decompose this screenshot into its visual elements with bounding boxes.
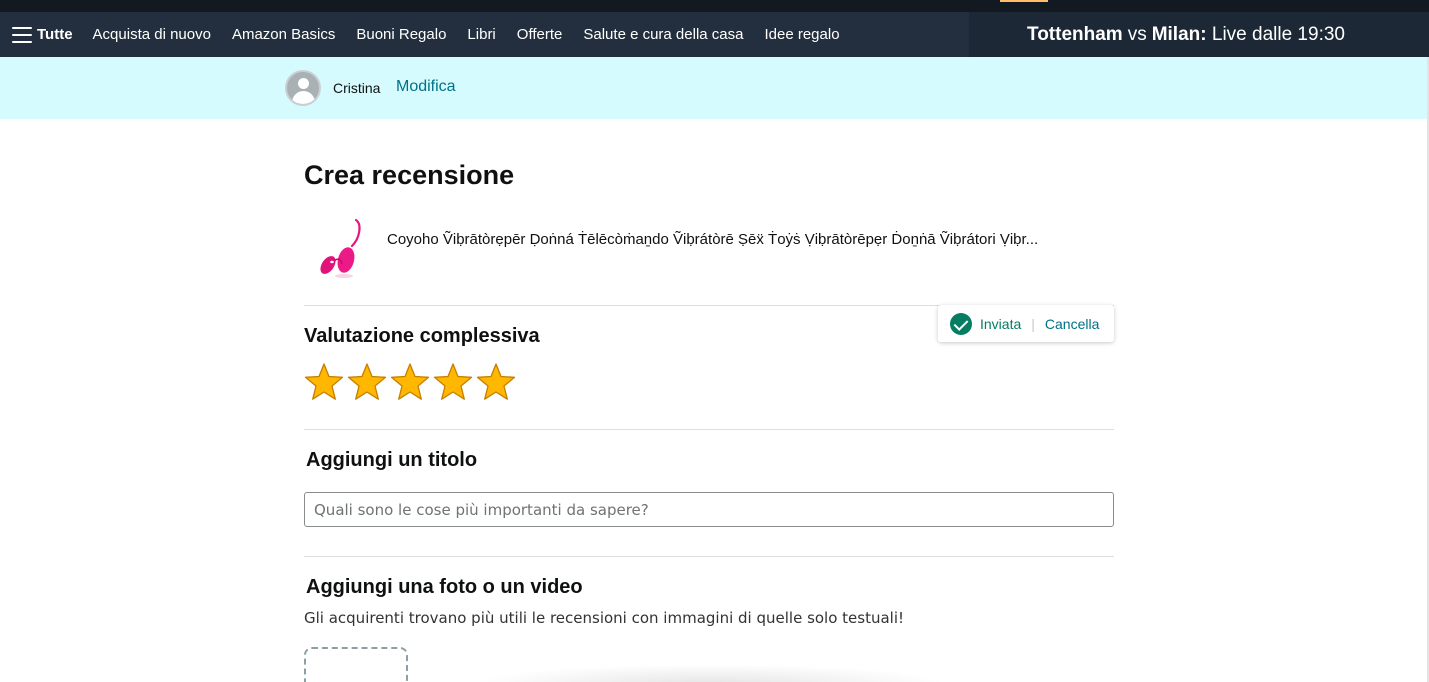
review-title-input[interactable]	[304, 492, 1114, 527]
rating-heading: Valutazione complessiva	[304, 325, 540, 347]
nav-links: Acquista di nuovo Amazon Basics Buoni Re…	[93, 26, 861, 43]
media-subtitle: Gli acquirenti trovano più utili le rece…	[304, 609, 905, 627]
divider	[304, 556, 1114, 557]
product-image	[320, 218, 361, 278]
nav-link-deals[interactable]: Offerte	[517, 26, 563, 43]
rating-sent-label: Inviata	[980, 315, 1022, 332]
nav-link-gift-cards[interactable]: Buoni Regalo	[356, 26, 446, 43]
star-icon[interactable]	[347, 362, 387, 402]
star-icon[interactable]	[433, 362, 473, 402]
star-icon[interactable]	[476, 362, 516, 402]
nav-link-buy-again[interactable]: Acquista di nuovo	[93, 26, 211, 43]
star-icon[interactable]	[390, 362, 430, 402]
all-menu-label: Tutte	[37, 26, 73, 43]
page-title: Crea recensione	[304, 160, 515, 190]
profile-name: Cristina	[333, 80, 381, 96]
edit-profile-link[interactable]: Modifica	[396, 78, 456, 96]
profile-bar: Cristina Modifica	[0, 57, 1429, 119]
all-menu-button[interactable]: Tutte	[0, 12, 73, 57]
nav-link-gift-ideas[interactable]: Idee regalo	[764, 26, 839, 43]
separator: |	[1031, 315, 1035, 332]
promo-team-b: Milan:	[1151, 23, 1207, 45]
main-nav: Tutte Acquista di nuovo Amazon Basics Bu…	[0, 12, 1429, 57]
media-heading: Aggiungi una foto o un video	[306, 576, 583, 598]
star-icon[interactable]	[304, 362, 344, 402]
top-strip	[0, 0, 1429, 12]
title-heading: Aggiungi un titolo	[306, 449, 478, 471]
divider	[304, 429, 1114, 430]
bottom-shadow	[470, 664, 950, 682]
cancel-rating-link[interactable]: Cancella	[1045, 316, 1099, 332]
rating-status-box: Inviata | Cancella	[938, 305, 1114, 342]
product-title[interactable]: Coyoho Ṽiḅrātòrẹpēr Ḍoṅná Ṫēlēcòṁaṉdo Ṽi…	[387, 231, 1107, 248]
nav-link-health[interactable]: Salute e cura della casa	[583, 26, 743, 43]
promo-vs: vs	[1127, 23, 1147, 45]
hamburger-icon	[12, 26, 32, 43]
nav-link-amazon-basics[interactable]: Amazon Basics	[232, 26, 335, 43]
promo-time: Live dalle 19:30	[1211, 23, 1345, 45]
top-strip-accent	[1000, 0, 1048, 2]
star-rating[interactable]	[304, 362, 519, 402]
promo-team-a: Tottenham	[1027, 23, 1123, 45]
avatar[interactable]	[285, 70, 321, 106]
check-circle-icon	[950, 312, 972, 335]
promo-banner[interactable]: Tottenham vs Milan: Live dalle 19:30	[969, 12, 1429, 57]
nav-link-books[interactable]: Libri	[467, 26, 495, 43]
upload-media-button[interactable]	[304, 647, 408, 682]
